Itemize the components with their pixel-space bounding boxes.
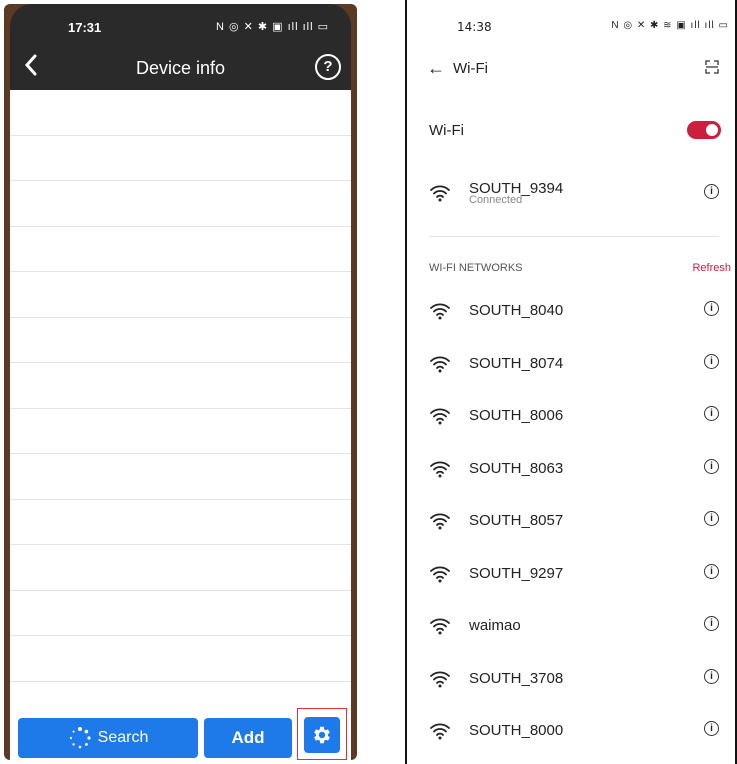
- info-icon[interactable]: i: [704, 458, 719, 474]
- wifi-signal-icon: [430, 513, 450, 530]
- search-button[interactable]: Search: [18, 718, 198, 758]
- device-list-row[interactable]: [10, 591, 351, 636]
- wifi-toggle-label: Wi-Fi: [429, 122, 464, 139]
- left-phone-screen: 17:31 N ◎ ✕ ✱ ▣ ıll ıll ▭ Device info ? …: [4, 4, 357, 760]
- page-title: Device info: [135, 58, 226, 78]
- info-icon[interactable]: i: [704, 301, 719, 316]
- connected-network[interactable]: SOUTH_9394 i: [407, 176, 735, 206]
- divider: [429, 236, 719, 237]
- network-ssid: SOUTH_8000: [469, 722, 564, 739]
- device-list-row[interactable]: [10, 272, 351, 318]
- page-title: Wi-Fi: [453, 60, 488, 77]
- device-list-row[interactable]: [10, 181, 351, 227]
- add-button-label: Add: [231, 728, 265, 747]
- network-row[interactable]: waimao i: [407, 613, 735, 643]
- network-ssid: SOUTH_8057: [469, 512, 564, 529]
- wifi-signal-icon: [430, 618, 450, 635]
- network-row[interactable]: SOUTH_8040 i: [407, 298, 735, 328]
- device-list: [10, 90, 351, 710]
- add-button[interactable]: Add: [204, 718, 292, 758]
- status-time: 17:31: [68, 20, 102, 35]
- device-list-row[interactable]: [10, 545, 351, 591]
- wifi-signal-icon: [430, 566, 450, 582]
- info-icon[interactable]: i: [704, 563, 719, 579]
- network-row[interactable]: SOUTH_3708 i: [407, 666, 735, 696]
- network-row[interactable]: SOUTH_8074 i: [407, 351, 735, 381]
- wifi-signal-icon: [430, 185, 450, 202]
- back-arrow-icon[interactable]: ←: [427, 58, 445, 79]
- info-icon[interactable]: i: [704, 184, 719, 199]
- network-ssid: SOUTH_8063: [469, 459, 564, 477]
- refresh-link[interactable]: Refresh: [692, 262, 731, 274]
- network-ssid: SOUTH_8006: [469, 407, 564, 424]
- info-icon[interactable]: i: [704, 406, 719, 421]
- device-list-row[interactable]: [10, 500, 351, 545]
- scan-icon[interactable]: [705, 60, 719, 74]
- gear-icon: [314, 726, 330, 744]
- settings-highlight-box: [297, 708, 347, 760]
- wifi-signal-icon: [430, 723, 450, 740]
- wifi-signal-icon: [430, 461, 450, 477]
- device-list-row[interactable]: [10, 318, 351, 363]
- network-row[interactable]: SOUTH_9297 i: [407, 561, 735, 591]
- right-phone-screen: 14:38 N ◎ ✕ ✱ ≋ ▣ ıll ıll ▭ ← Wi-Fi Wi-F…: [405, 0, 737, 764]
- device-list-row[interactable]: [10, 90, 351, 136]
- network-ssid: SOUTH_8040: [469, 302, 564, 319]
- loading-spinner-icon: [69, 727, 91, 749]
- status-icons: N ◎ ✕ ✱ ▣ ıll ıll ▭: [215, 21, 329, 33]
- wifi-signal-icon: [430, 356, 450, 372]
- search-button-label: Search: [97, 729, 149, 746]
- network-ssid: SOUTH_9297: [469, 564, 564, 582]
- wifi-toggle[interactable]: [687, 121, 721, 139]
- info-icon[interactable]: i: [704, 353, 719, 369]
- network-row[interactable]: SOUTH_8063 i: [407, 456, 735, 486]
- network-row[interactable]: SOUTH_8000 i: [407, 718, 735, 748]
- info-icon[interactable]: i: [704, 511, 719, 526]
- status-icons: N ◎ ✕ ✱ ≋ ▣ ıll ıll ▭: [611, 20, 729, 31]
- bottom-toolbar: Search Add: [10, 708, 351, 760]
- network-row[interactable]: SOUTH_8006 i: [407, 403, 735, 433]
- info-icon[interactable]: i: [704, 721, 719, 736]
- help-icon[interactable]: ?: [315, 54, 341, 80]
- network-row[interactable]: SOUTH_8057 i: [407, 508, 735, 538]
- network-ssid: waimao: [469, 617, 521, 634]
- wifi-signal-icon: [430, 671, 450, 687]
- app-header: 17:31 N ◎ ✕ ✱ ▣ ıll ıll ▭ Device info ?: [10, 4, 351, 90]
- device-list-row[interactable]: [10, 409, 351, 454]
- wifi-signal-icon: [430, 408, 450, 425]
- status-time: 14:38: [457, 20, 492, 34]
- device-list-row[interactable]: [10, 136, 351, 181]
- info-icon[interactable]: i: [704, 668, 719, 684]
- info-icon[interactable]: i: [704, 616, 719, 631]
- device-list-row[interactable]: [10, 636, 351, 682]
- device-list-row[interactable]: [10, 363, 351, 409]
- network-ssid: SOUTH_3708: [469, 669, 564, 687]
- settings-button[interactable]: [304, 717, 340, 753]
- device-list-row[interactable]: [10, 227, 351, 272]
- wifi-signal-icon: [430, 303, 450, 320]
- device-list-row[interactable]: [10, 454, 351, 500]
- section-label: WI-FI NETWORKS: [429, 262, 523, 274]
- network-ssid: SOUTH_8074: [469, 354, 564, 372]
- connected-status: Connected: [469, 194, 523, 206]
